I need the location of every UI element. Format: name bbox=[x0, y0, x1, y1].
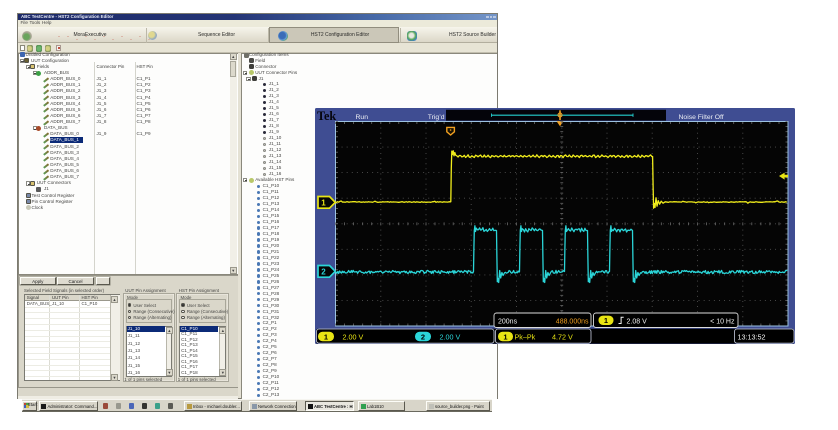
svg-text:1: 1 bbox=[604, 316, 608, 325]
svg-text:2: 2 bbox=[321, 268, 326, 277]
svg-text:1: 1 bbox=[321, 199, 326, 208]
svg-text:13:13:52: 13:13:52 bbox=[738, 333, 766, 342]
svg-text:2: 2 bbox=[421, 332, 425, 341]
svg-text:1: 1 bbox=[503, 332, 507, 341]
svg-text:488.000ns: 488.000ns bbox=[556, 318, 589, 325]
svg-text:Run: Run bbox=[356, 114, 369, 121]
svg-text:1: 1 bbox=[324, 332, 328, 341]
svg-text:4.72 V: 4.72 V bbox=[552, 332, 573, 341]
svg-text:200ns: 200ns bbox=[498, 318, 518, 325]
svg-text:Pk–Pk: Pk–Pk bbox=[515, 332, 536, 341]
svg-text:2.00 V: 2.00 V bbox=[343, 332, 364, 341]
svg-text:< 10 Hz: < 10 Hz bbox=[710, 318, 735, 325]
svg-text:2.00 V: 2.00 V bbox=[440, 332, 461, 341]
svg-text:Tek: Tek bbox=[317, 109, 336, 123]
svg-text:Noise Filter Off: Noise Filter Off bbox=[679, 114, 724, 121]
svg-text:2.08 V: 2.08 V bbox=[627, 318, 648, 325]
svg-text:Trig’d: Trig’d bbox=[428, 114, 445, 121]
